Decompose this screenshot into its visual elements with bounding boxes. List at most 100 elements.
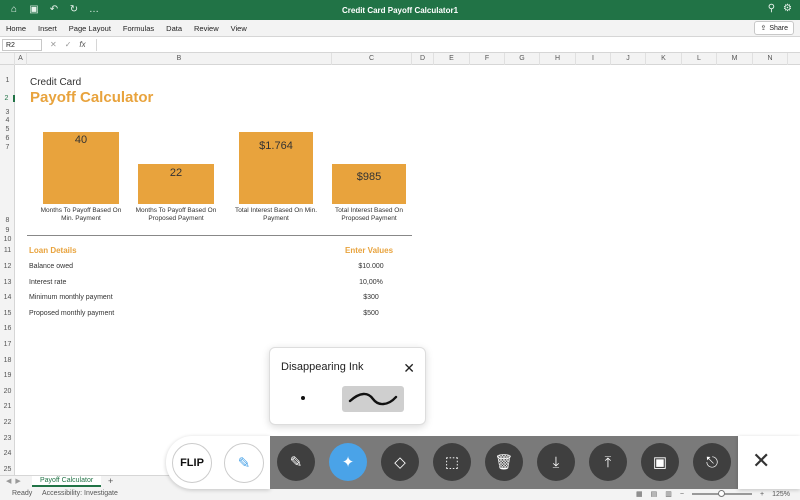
- menu-view[interactable]: View: [231, 24, 247, 33]
- column-header[interactable]: I: [576, 53, 611, 65]
- accessibility-status[interactable]: Accessibility: Investigate: [42, 490, 118, 497]
- row-header[interactable]: 4: [0, 117, 15, 124]
- column-header[interactable]: N: [753, 53, 788, 65]
- column-header[interactable]: L: [682, 53, 717, 65]
- close-icon[interactable]: ✕: [752, 448, 770, 474]
- pen-tool-button[interactable]: ✎: [277, 443, 315, 481]
- column-header[interactable]: E: [434, 53, 470, 65]
- column-header[interactable]: K: [646, 53, 682, 65]
- row-header[interactable]: 7: [0, 144, 15, 151]
- row-header[interactable]: 21: [0, 403, 15, 410]
- zoom-slider[interactable]: [692, 490, 752, 497]
- title-bar: ⌂ ▣ ↶ ↻ … Credit Card Payoff Calculator1…: [0, 0, 800, 20]
- formula-input[interactable]: [96, 39, 796, 51]
- menu-home[interactable]: Home: [6, 24, 26, 33]
- sheet-nav-arrows[interactable]: ◀▶: [6, 477, 25, 485]
- row-header[interactable]: 25: [0, 466, 15, 473]
- upload-button[interactable]: ⤒: [589, 443, 627, 481]
- search-icon[interactable]: ⚲: [768, 3, 775, 14]
- row-header[interactable]: 8: [0, 217, 15, 224]
- loan-row-value[interactable]: 10,00%: [335, 279, 407, 286]
- share-label: Share: [769, 24, 788, 32]
- enter-values-header: Enter Values: [345, 246, 394, 255]
- settings-icon[interactable]: ⚙: [783, 3, 792, 14]
- share-icon: ⇪: [760, 25, 767, 32]
- row-header[interactable]: 20: [0, 388, 15, 395]
- wave-stroke-option[interactable]: [342, 386, 404, 412]
- share-button[interactable]: ⇪ Share: [754, 21, 794, 35]
- column-header[interactable]: A: [15, 53, 27, 65]
- function-icon[interactable]: fx: [79, 40, 85, 49]
- row-header[interactable]: 9: [0, 227, 15, 234]
- menu-formulas[interactable]: Formulas: [123, 24, 154, 33]
- loan-row-value[interactable]: $10.000: [335, 263, 407, 270]
- highlighter-button[interactable]: ✎: [224, 443, 264, 483]
- highlighter-icon: ✎: [237, 455, 251, 472]
- row-header[interactable]: 19: [0, 372, 15, 379]
- cancel-icon[interactable]: ✕: [50, 40, 57, 49]
- zoom-in-icon[interactable]: +: [760, 491, 764, 498]
- menu-data[interactable]: Data: [166, 24, 182, 33]
- close-icon[interactable]: ✕: [403, 360, 415, 377]
- magic-wand-icon: ✦: [341, 454, 355, 471]
- magic-wand-button[interactable]: ✦: [329, 443, 367, 481]
- page-break-view-icon[interactable]: ▥: [665, 490, 672, 498]
- column-header[interactable]: C: [332, 53, 412, 65]
- bar-interest-proposed-payment[interactable]: [332, 164, 406, 204]
- menu-page-layout[interactable]: Page Layout: [69, 24, 111, 33]
- add-sheet-button[interactable]: +: [108, 476, 113, 487]
- loan-row-value[interactable]: $300: [335, 294, 407, 301]
- column-header[interactable]: M: [717, 53, 753, 65]
- column-header[interactable]: J: [611, 53, 646, 65]
- save-button[interactable]: ▣: [641, 443, 679, 481]
- row-header[interactable]: 5: [0, 126, 15, 133]
- row-header[interactable]: 3: [0, 109, 15, 116]
- column-header[interactable]: G: [505, 53, 540, 65]
- trash-icon: 🗑: [494, 454, 514, 471]
- confirm-icon[interactable]: ✓: [65, 40, 72, 49]
- loan-row-value[interactable]: $500: [335, 310, 407, 317]
- row-header[interactable]: 15: [0, 310, 15, 317]
- select-button[interactable]: ⬚: [433, 443, 471, 481]
- loan-row-label: Minimum monthly payment: [29, 294, 113, 301]
- row-header[interactable]: 23: [0, 435, 15, 442]
- row-header[interactable]: 6: [0, 135, 15, 142]
- zoom-out-icon[interactable]: −: [680, 491, 684, 498]
- toolbar-tools: ✎ ✦ ◇ ⬚ 🗑 ⤓ ⤒ ▣ ⎋: [270, 436, 738, 489]
- row-header[interactable]: 18: [0, 357, 15, 364]
- zoom-slider-knob[interactable]: [718, 490, 725, 497]
- row-header[interactable]: 1: [0, 77, 15, 84]
- row-header[interactable]: 22: [0, 419, 15, 426]
- delete-button[interactable]: 🗑: [485, 443, 523, 481]
- column-header[interactable]: B: [27, 53, 332, 65]
- select-icon: ⬚: [444, 454, 460, 471]
- popup-title: Disappearing Ink: [281, 361, 364, 373]
- row-header[interactable]: 16: [0, 325, 15, 332]
- column-header[interactable]: D: [412, 53, 434, 65]
- menu-insert[interactable]: Insert: [38, 24, 57, 33]
- flip-button[interactable]: FLIP: [172, 443, 212, 483]
- row-header[interactable]: 14: [0, 294, 15, 301]
- dot-stroke-option[interactable]: [301, 396, 305, 400]
- column-header[interactable]: F: [470, 53, 505, 65]
- row-header[interactable]: 12: [0, 263, 15, 270]
- download-button[interactable]: ⤓: [537, 443, 575, 481]
- exit-button[interactable]: ⎋: [693, 443, 731, 481]
- bar-value: 22: [169, 167, 183, 179]
- menu-review[interactable]: Review: [194, 24, 219, 33]
- row-header[interactable]: 24: [0, 450, 15, 457]
- eraser-button[interactable]: ◇: [381, 443, 419, 481]
- sheet-tab-active[interactable]: Payoff Calculator: [32, 476, 102, 487]
- bar-value: $985: [356, 171, 382, 183]
- row-header[interactable]: 17: [0, 341, 15, 348]
- row-header[interactable]: 11: [0, 247, 15, 254]
- row-header-selected[interactable]: 2: [0, 95, 15, 102]
- window-title: Credit Card Payoff Calculator1: [341, 5, 459, 15]
- normal-view-icon[interactable]: ▦: [636, 490, 643, 498]
- column-header[interactable]: H: [540, 53, 576, 65]
- page-layout-view-icon[interactable]: ▤: [651, 490, 658, 498]
- select-all-corner[interactable]: [0, 53, 15, 65]
- name-box[interactable]: R2: [2, 39, 42, 51]
- row-header[interactable]: 10: [0, 236, 15, 243]
- row-header[interactable]: 13: [0, 279, 15, 286]
